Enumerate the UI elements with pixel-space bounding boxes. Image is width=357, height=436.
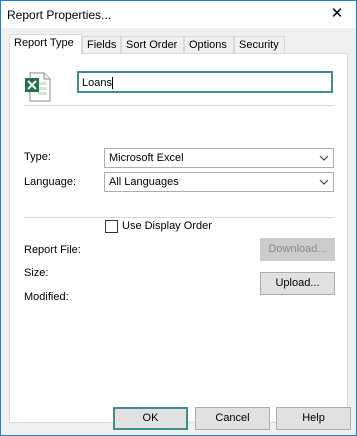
download-button[interactable]: Download... xyxy=(260,238,335,261)
tab-options[interactable]: Options xyxy=(184,36,234,54)
chevron-down-icon xyxy=(319,179,329,185)
tab-security[interactable]: Security xyxy=(234,36,285,54)
window-title: Report Properties... xyxy=(7,8,112,22)
language-label: Language: xyxy=(24,176,76,188)
dialog-window: Report Properties... ✕ Report Type Field… xyxy=(0,0,357,436)
text-cursor xyxy=(111,77,113,90)
tab-report-type[interactable]: Report Type xyxy=(9,34,82,55)
modified-label: Modified: xyxy=(24,291,69,303)
tab-fields[interactable]: Fields xyxy=(82,36,121,54)
chevron-down-icon xyxy=(319,155,329,161)
dialog-body: Report Type Fields Sort Order Options Se… xyxy=(1,28,356,435)
ok-button[interactable]: OK xyxy=(113,407,188,430)
close-icon[interactable]: ✕ xyxy=(324,3,350,25)
report-file-label: Report File: xyxy=(24,244,81,256)
type-label: Type: xyxy=(24,151,51,163)
report-type-panel: Loans Type: Microsoft Excel Language: Al… xyxy=(9,53,348,423)
title-bar: Report Properties... ✕ xyxy=(1,1,356,28)
cancel-button[interactable]: Cancel xyxy=(195,407,270,430)
separator-middle xyxy=(24,217,334,218)
tab-sort-order[interactable]: Sort Order xyxy=(121,36,184,54)
upload-button[interactable]: Upload... xyxy=(260,272,335,295)
type-select[interactable]: Microsoft Excel xyxy=(104,148,334,168)
language-select-value: All Languages xyxy=(109,176,179,188)
excel-icon xyxy=(25,72,51,102)
type-select-value: Microsoft Excel xyxy=(109,152,184,164)
separator-top xyxy=(24,105,334,106)
size-label: Size: xyxy=(24,267,49,279)
language-select[interactable]: All Languages xyxy=(104,172,334,192)
use-display-order-checkbox[interactable] xyxy=(105,220,118,233)
use-display-order-label: Use Display Order xyxy=(122,220,212,232)
report-name-input[interactable]: Loans xyxy=(77,71,333,93)
help-button[interactable]: Help xyxy=(276,407,351,430)
